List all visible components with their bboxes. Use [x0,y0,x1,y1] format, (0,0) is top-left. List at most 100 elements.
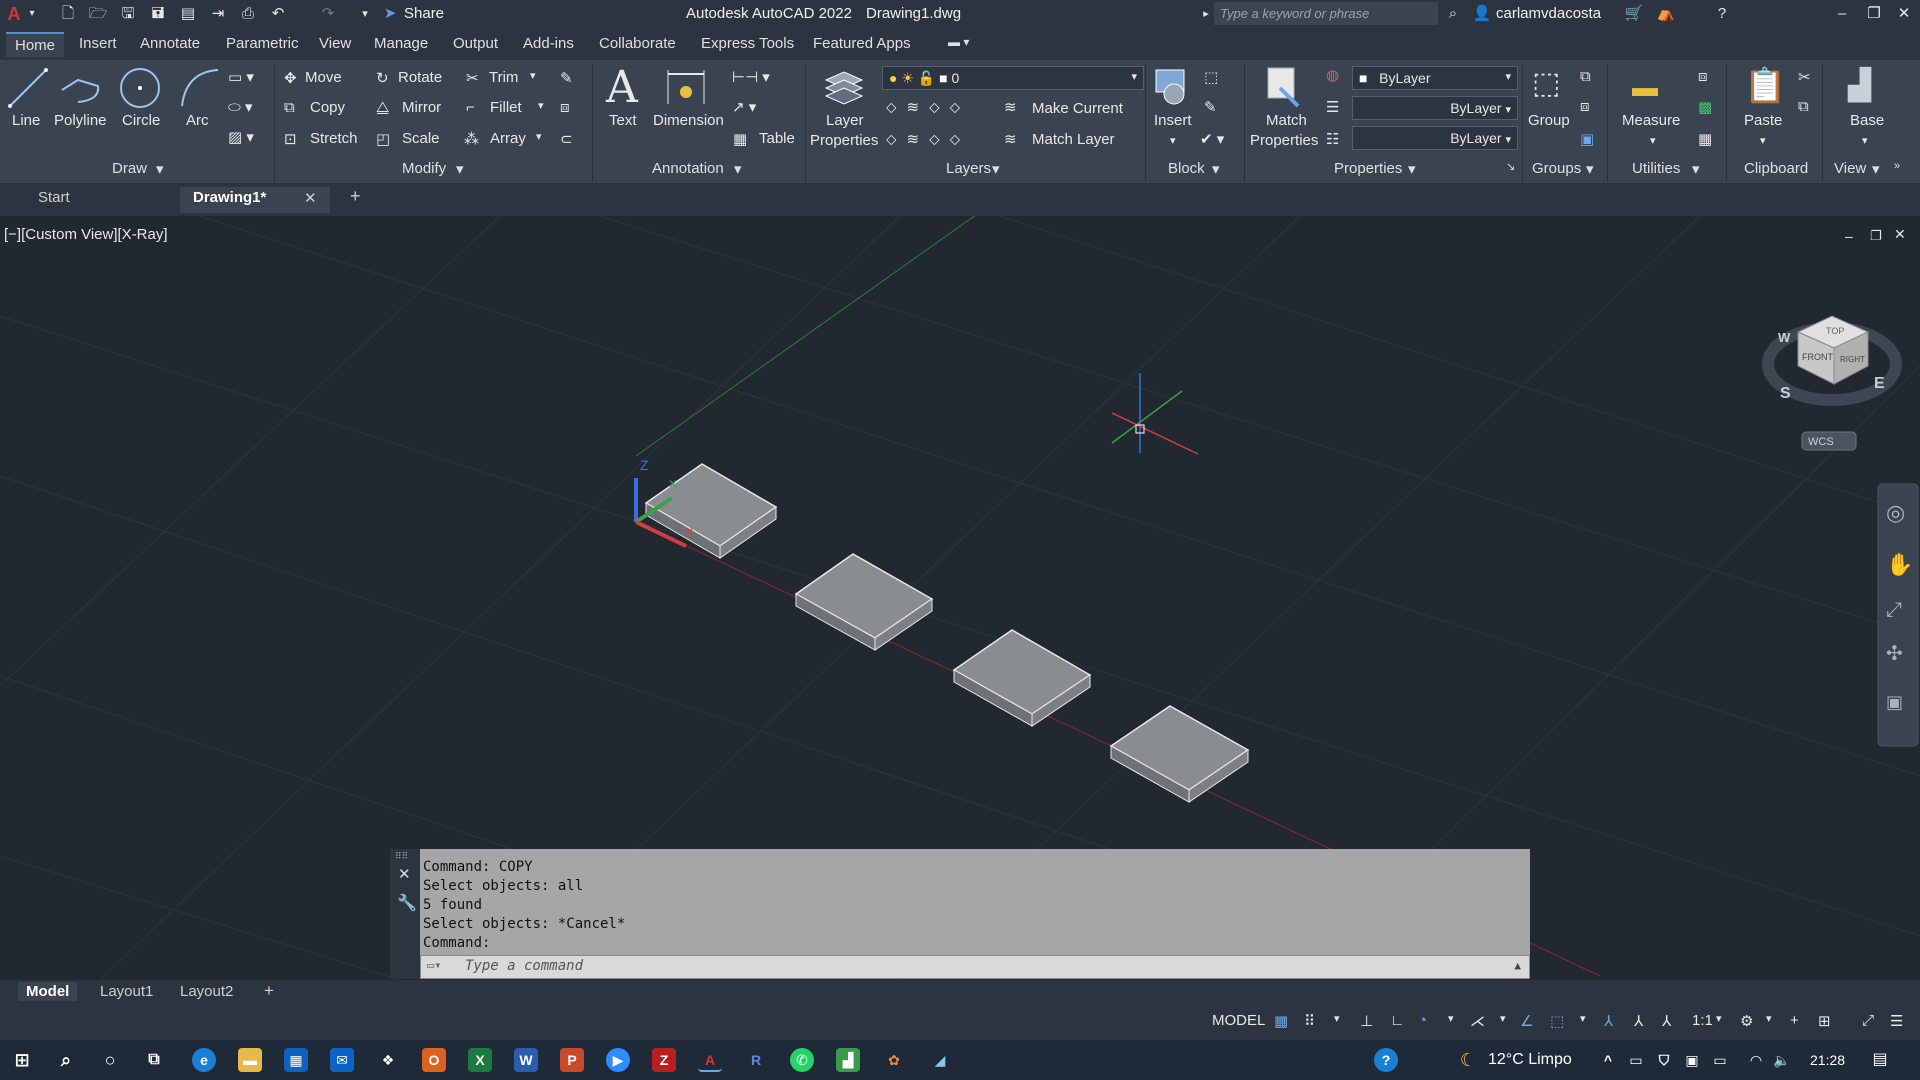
customize-command-icon[interactable]: 🔧 [397,893,417,913]
new-file-icon[interactable]: 🗋 [58,4,78,24]
annotation-autoscale-icon[interactable]: ⅄ [1634,1012,1643,1030]
view-panel-label[interactable]: View [1834,160,1866,177]
navigation-bar[interactable]: ◎ ✋ ⤢ ✣ ▣ [1877,483,1919,747]
tab-start[interactable]: Start [38,189,70,206]
meet-now-icon[interactable]: ▭ [1624,1048,1648,1072]
annotation-visibility-icon[interactable]: ⅄ [1604,1012,1613,1030]
fillet-icon[interactable]: ⌐ [466,99,475,116]
viewcube-top-label[interactable]: TOP [1826,326,1844,336]
close-command-icon[interactable]: ✕ [398,865,411,883]
tab-insert[interactable]: Insert [79,35,117,52]
erase-icon[interactable]: ✎ [560,69,573,87]
chart-app-icon[interactable]: ▟ [836,1048,860,1072]
create-block-icon[interactable]: ⬚ [1204,68,1218,86]
plate-2[interactable] [794,553,934,651]
autodesk-app-icon[interactable]: ⛺ [1656,4,1676,24]
match-layer-button[interactable]: Match Layer [1032,131,1115,148]
search-icon[interactable]: ⌕ [1443,4,1463,24]
groups-panel-chevron-icon[interactable]: ▾ [1586,160,1594,178]
arc-icon[interactable] [178,66,222,110]
group-button[interactable]: Group [1528,112,1570,129]
make-current-button[interactable]: Make Current [1032,100,1123,117]
plate-4[interactable] [1109,705,1250,803]
utilities-panel-label[interactable]: Utilities [1632,160,1680,177]
fillet-button[interactable]: Fillet [490,99,522,116]
isodraft-dropdown-icon[interactable]: ▾ [1500,1012,1506,1025]
import-icon[interactable]: ⇥ [208,4,228,24]
file-explorer-icon[interactable]: ▬ [238,1048,262,1072]
leader-icon[interactable]: ↗ ▾ [732,98,756,116]
model-space-toggle[interactable]: MODEL [1212,1012,1265,1029]
text-icon[interactable]: A [606,62,638,113]
powerpoint-icon[interactable]: P [560,1048,584,1072]
zoom-icon[interactable]: ▶ [606,1048,630,1072]
rotate-icon[interactable]: ↻ [376,69,389,87]
text-button[interactable]: Text [609,112,637,129]
app-menu-chevron-icon[interactable]: ▾ [22,4,42,24]
move-button[interactable]: Move [305,69,342,86]
match-properties-icon[interactable] [1264,66,1304,108]
ungroup-icon[interactable]: ⧉ [1580,68,1591,85]
line-button[interactable]: Line [12,112,40,129]
revit-icon[interactable]: R [744,1048,768,1072]
hatch-icon[interactable]: ▨ ▾ [228,128,254,146]
properties-panel-label[interactable]: Properties [1334,160,1402,177]
weather-moon-icon[interactable]: ☾ [1456,1048,1480,1072]
export-icon[interactable]: ▤ [178,4,198,24]
edge-icon[interactable]: e [192,1048,216,1072]
tab-home[interactable]: Home [6,32,65,57]
minimize-icon[interactable]: – [1832,4,1852,24]
scale-dropdown-icon[interactable]: ▾ [1716,1012,1722,1025]
edit-block-icon[interactable]: ✎ [1204,98,1217,116]
stretch-icon[interactable]: ⊡ [284,130,297,148]
scale-icon[interactable]: ◰ [376,130,390,148]
trim-dropdown-icon[interactable]: ▾ [530,69,536,82]
group-edit-icon[interactable]: ⧈ [1580,98,1590,115]
pan-icon[interactable]: ✋ [1886,552,1913,578]
cart-icon[interactable]: 🛒 [1624,4,1644,24]
insert-button[interactable]: Insert [1154,112,1192,129]
ribbon-toggle-icon[interactable]: ▬ ▾ [948,35,969,49]
linear-dimension-icon[interactable]: ⊢⊣ ▾ [732,68,770,86]
tab-model[interactable]: Model [18,982,78,1001]
ellipse-icon[interactable]: ⬭ ▾ [228,98,253,116]
cut-icon[interactable]: ✂ [1798,68,1811,86]
ribbon-more-icon[interactable]: » [1894,160,1900,172]
clipboard-panel-label[interactable]: Clipboard [1744,160,1808,177]
fillet-dropdown-icon[interactable]: ▾ [538,99,544,112]
modify-panel-label[interactable]: Modify [402,160,446,177]
annotation-panel-chevron-icon[interactable]: ▾ [734,160,742,178]
annotation-scale-value[interactable]: 1:1 [1692,1012,1713,1029]
measure-dropdown-icon[interactable]: ▾ [1650,134,1656,147]
tab-output[interactable]: Output [453,35,498,52]
polyline-icon[interactable] [58,70,102,110]
trim-button[interactable]: Trim [489,69,518,86]
scale-button[interactable]: Scale [402,130,440,147]
save-as-icon[interactable]: 🖬 [148,4,168,24]
object-snap-tracking-icon[interactable]: ∠ [1520,1012,1533,1030]
share-button[interactable]: Share [404,5,444,22]
workspace-gear-icon[interactable]: ⚙ [1740,1012,1753,1030]
snap-icon[interactable]: ⠿ [1304,1012,1315,1030]
new-tab-icon[interactable]: + [350,186,361,207]
group-selection-icon[interactable]: ▣ [1580,130,1594,148]
paste-dropdown-icon[interactable]: ▾ [1760,134,1766,147]
rectangle-icon[interactable]: ▭ ▾ [228,68,254,86]
task-view-icon[interactable]: ⧉ [142,1048,166,1072]
insert-dropdown-icon[interactable]: ▾ [1170,134,1176,147]
wifi-icon[interactable]: ◠ [1744,1048,1768,1072]
security-tray-icon[interactable]: ⛉ [1652,1048,1676,1072]
open-file-icon[interactable]: 🗁 [88,4,108,24]
paste-icon[interactable]: 📋 [1744,66,1786,106]
paste-button[interactable]: Paste [1744,112,1782,129]
copy-clip-icon[interactable]: ⧉ [1798,98,1809,115]
annotation-scale-icon[interactable]: ⅄ [1662,1012,1671,1030]
tab-manage[interactable]: Manage [374,35,428,52]
dropbox-icon[interactable]: ❖ [376,1048,400,1072]
insert-block-icon[interactable] [1152,66,1192,108]
tab-annotate[interactable]: Annotate [140,35,200,52]
tab-express-tools[interactable]: Express Tools [701,35,794,52]
layers-panel-chevron-icon[interactable]: ▾ [992,160,1000,178]
fullscreen-icon[interactable]: ⤢ [1862,1012,1874,1029]
user-icon[interactable]: 👤 [1472,4,1492,24]
